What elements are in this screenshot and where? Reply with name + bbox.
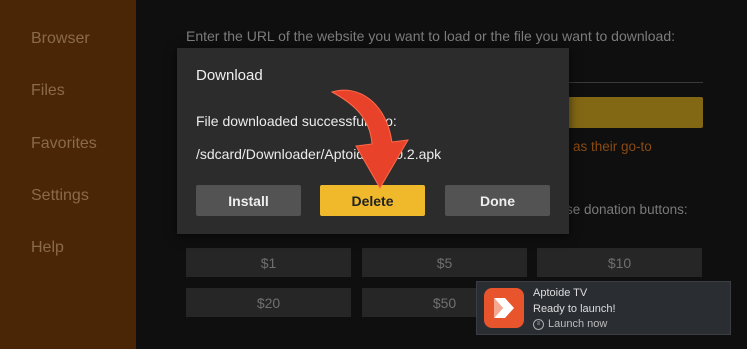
sidebar-item-settings[interactable]: Settings [31,187,89,205]
donate-button-20[interactable]: $20 [186,288,351,317]
aptoide-logo-icon [484,288,524,328]
sidebar-item-favorites[interactable]: Favorites [31,135,97,153]
launch-now-label: Launch now [548,318,608,330]
launch-notification[interactable]: Aptoide TV Ready to launch! ≡ Launch now [476,281,731,335]
sidebar-item-help[interactable]: Help [31,239,64,257]
launch-now-action[interactable]: ≡ Launch now [533,318,607,330]
done-button[interactable]: Done [445,185,550,216]
notification-app-name: Aptoide TV [533,287,588,299]
notification-status: Ready to launch! [533,303,616,315]
url-input[interactable] [568,82,703,83]
install-button[interactable]: Install [196,185,301,216]
sidebar-item-browser[interactable]: Browser [31,30,90,48]
donate-button-10[interactable]: $10 [537,248,702,277]
go-button[interactable] [568,97,703,128]
url-prompt: Enter the URL of the website you want to… [186,28,675,44]
red-arrow-icon [330,89,409,189]
donate-button-1[interactable]: $1 [186,248,351,277]
sidebar: Browser Files Favorites Settings Help [0,0,136,349]
donate-button-5[interactable]: $5 [362,248,527,277]
hint-text: as their go-to [573,139,652,154]
dialog-title: Download [196,67,263,84]
donation-text: se donation buttons: [566,202,688,217]
menu-button-icon: ≡ [533,318,544,330]
sidebar-item-files[interactable]: Files [31,82,65,100]
